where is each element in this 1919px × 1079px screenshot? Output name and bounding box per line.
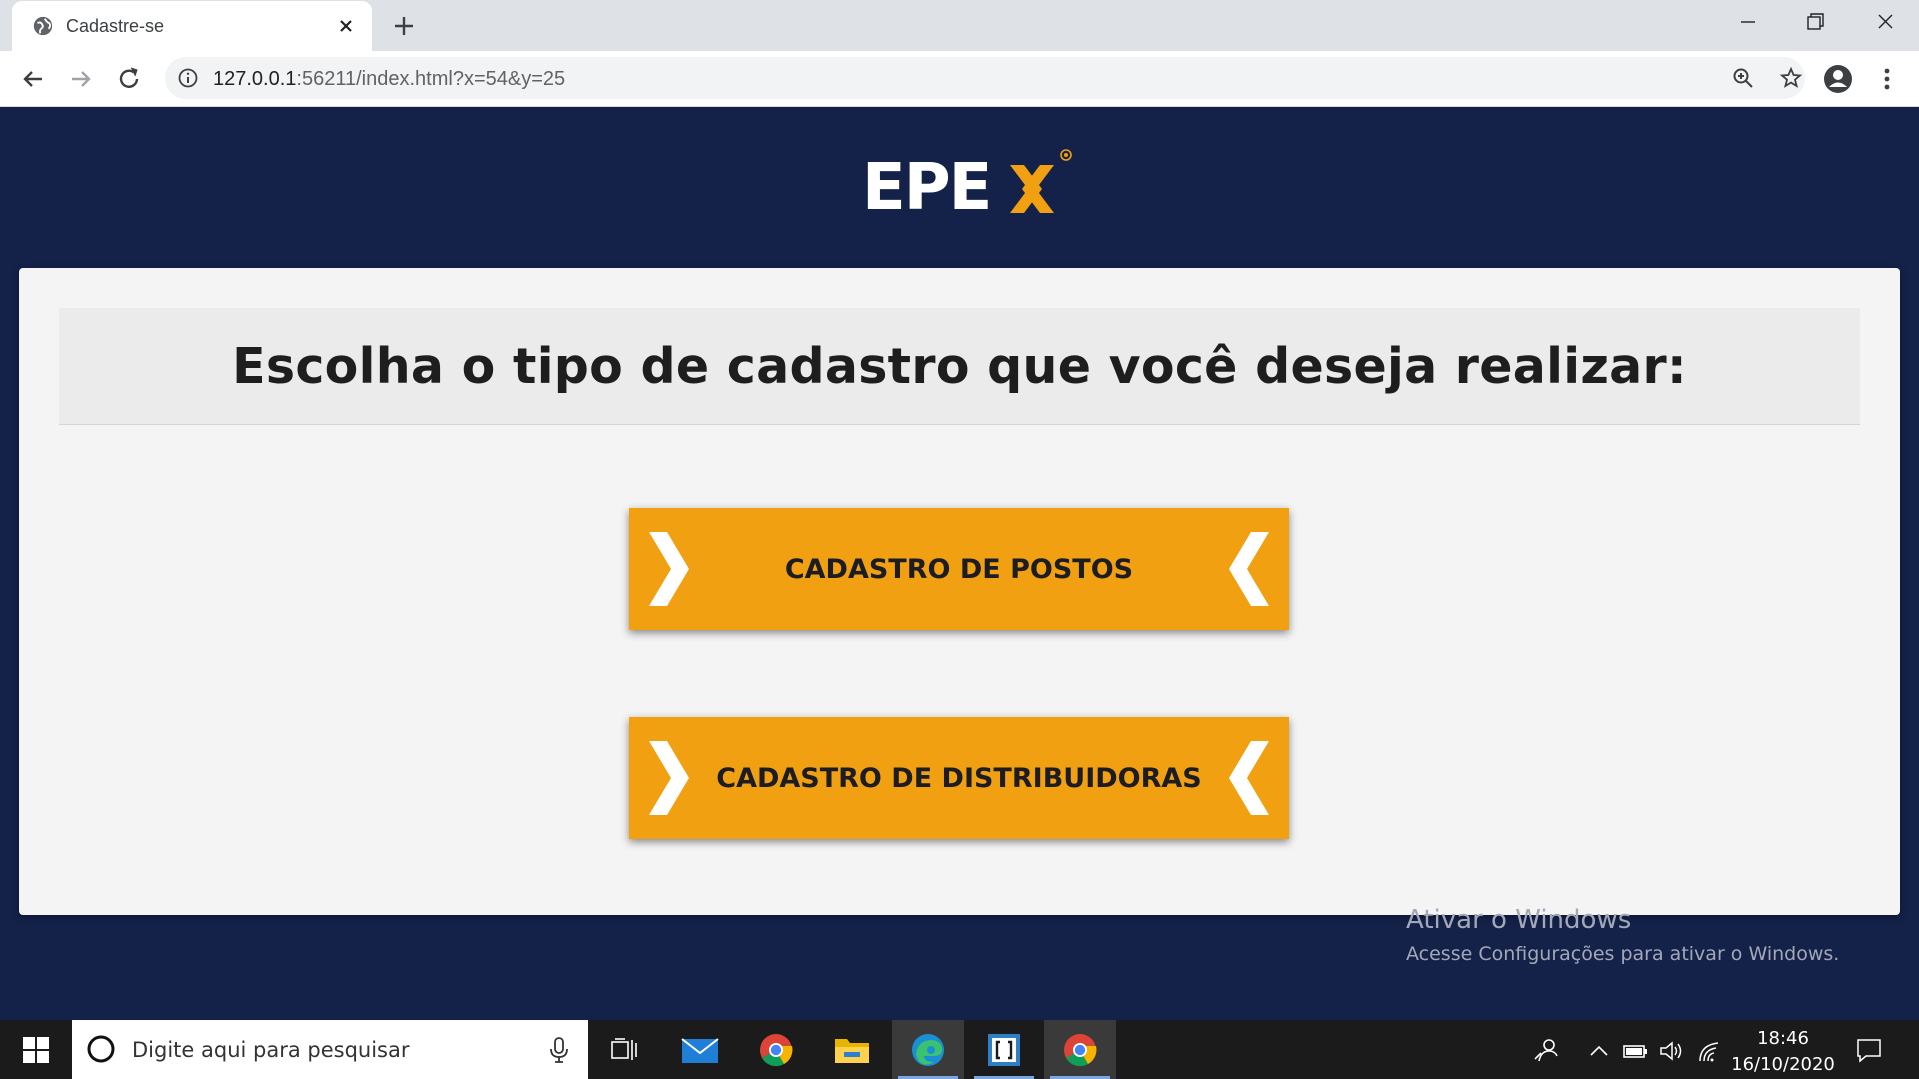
- globe-icon: [33, 16, 53, 36]
- start-button[interactable]: [0, 1020, 72, 1079]
- chevron-left-icon: [1229, 532, 1269, 606]
- url-host: 127.0.0.1: [213, 68, 297, 90]
- windows-logo-icon: [23, 1036, 49, 1063]
- task-view-button[interactable]: [588, 1020, 660, 1079]
- address-bar[interactable]: 127.0.0.1:56211/index.html?x=54&y=25: [165, 57, 1805, 99]
- forward-arrow-icon[interactable]: [66, 64, 96, 94]
- back-arrow-icon[interactable]: [18, 64, 48, 94]
- window-close-icon[interactable]: [1867, 8, 1903, 36]
- watermark-subtitle: Acesse Configurações para ativar o Windo…: [1406, 943, 1840, 965]
- register-distributors-button[interactable]: CADASTRO DE DISTRIBUIDORAS: [629, 717, 1289, 839]
- reload-icon[interactable]: [114, 64, 144, 94]
- url-path: :56211/index.html?x=54&y=25: [296, 68, 566, 90]
- file-explorer-button[interactable]: [816, 1020, 888, 1079]
- svg-text:EPE: EPE: [862, 151, 990, 223]
- mail-app-button[interactable]: [664, 1020, 736, 1079]
- battery-icon[interactable]: [1621, 1037, 1649, 1065]
- chevron-right-icon: [649, 532, 689, 606]
- notification-center-icon[interactable]: [1855, 1036, 1883, 1064]
- windows-taskbar: Digite aqui para pesquisar 18:46 16/10/2…: [0, 1020, 1919, 1079]
- menu-dots-icon[interactable]: [1870, 62, 1904, 96]
- microphone-icon[interactable]: [548, 1036, 570, 1064]
- epex-logo: EPE: [862, 149, 1072, 223]
- browser-toolbar: 127.0.0.1:56211/index.html?x=54&y=25: [0, 51, 1919, 107]
- speaker-icon[interactable]: [1657, 1037, 1685, 1065]
- bracket-app-button[interactable]: [968, 1020, 1040, 1079]
- info-icon[interactable]: [177, 67, 199, 89]
- chrome-active-button[interactable]: [1044, 1020, 1116, 1079]
- bookmark-star-icon[interactable]: [1779, 66, 1803, 90]
- registration-card: Escolha o tipo de cadastro que você dese…: [19, 268, 1900, 915]
- chrome-icon: [760, 1033, 793, 1066]
- taskbar-search-box[interactable]: Digite aqui para pesquisar: [72, 1020, 588, 1079]
- restore-icon[interactable]: [1797, 8, 1833, 36]
- people-icon[interactable]: [1533, 1037, 1561, 1065]
- minimize-icon[interactable]: [1730, 8, 1766, 36]
- windows-activation-watermark: Ativar o Windows Acesse Configurações pa…: [1406, 905, 1839, 965]
- watermark-title: Ativar o Windows: [1406, 905, 1632, 935]
- clock-time: 18:46: [1757, 1028, 1809, 1049]
- chevron-left-icon: [1229, 741, 1269, 815]
- search-placeholder: Digite aqui para pesquisar: [132, 1038, 410, 1062]
- chevron-right-icon: [649, 741, 689, 815]
- mail-icon: [681, 1037, 719, 1063]
- close-icon[interactable]: [334, 14, 358, 38]
- edge-app-button[interactable]: [892, 1020, 964, 1079]
- register-stations-label: CADASTRO DE POSTOS: [784, 553, 1134, 585]
- register-distributors-label: CADASTRO DE DISTRIBUIDORAS: [716, 762, 1202, 794]
- edge-icon: [912, 1033, 944, 1066]
- wifi-icon[interactable]: [1696, 1037, 1724, 1065]
- page-title: Escolha o tipo de cadastro que você dese…: [232, 337, 1687, 395]
- card-header: Escolha o tipo de cadastro que você dese…: [59, 308, 1860, 425]
- file-explorer-icon: [835, 1038, 869, 1063]
- cortana-icon: [87, 1035, 115, 1063]
- profile-avatar-icon[interactable]: [1821, 62, 1855, 96]
- chrome-app-button[interactable]: [740, 1020, 812, 1079]
- system-clock[interactable]: 18:46 16/10/2020: [1730, 1026, 1836, 1078]
- clock-date: 16/10/2020: [1731, 1054, 1835, 1075]
- chrome-icon: [1064, 1033, 1097, 1066]
- task-view-icon: [611, 1037, 637, 1060]
- browser-tab-strip: Cadastre-se: [0, 0, 1919, 51]
- new-tab-icon[interactable]: [390, 12, 418, 40]
- page-content: EPE Escolha o tipo de cadastro que você …: [0, 107, 1919, 1020]
- zoom-icon[interactable]: [1731, 66, 1755, 90]
- register-stations-button[interactable]: CADASTRO DE POSTOS: [629, 508, 1289, 630]
- tab-title: Cadastre-se: [66, 15, 165, 36]
- bracket-app-icon: [988, 1033, 1020, 1066]
- url-text[interactable]: 127.0.0.1:56211/index.html?x=54&y=25: [213, 68, 565, 91]
- chevron-up-icon[interactable]: [1585, 1037, 1613, 1065]
- browser-tab[interactable]: Cadastre-se: [12, 1, 372, 51]
